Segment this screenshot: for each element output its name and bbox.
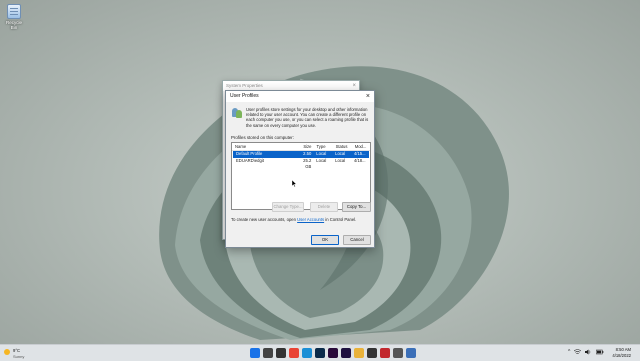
column-header-type[interactable]: Type — [314, 143, 335, 150]
dialog-title: User Profiles — [230, 93, 259, 99]
profile-modified: 4/18... — [353, 157, 366, 163]
delete-button[interactable]: Delete — [310, 202, 338, 212]
photoshop-icon[interactable] — [315, 348, 325, 358]
copy-to-button[interactable]: Copy To... — [342, 202, 371, 212]
clock-time: 8:50 AM — [615, 347, 631, 352]
battery-icon[interactable] — [596, 349, 604, 355]
chrome-icon[interactable] — [289, 348, 299, 358]
profiles-list[interactable]: Name Size Type Status Mod... Default Pro… — [231, 142, 371, 210]
taskbar-apps — [250, 348, 416, 358]
app-icon[interactable] — [380, 348, 390, 358]
profile-type: Local — [316, 157, 327, 163]
profile-size: 25.2 GB — [303, 157, 312, 170]
profile-name: EDUARD\edgit — [236, 157, 264, 163]
system-tray: ^ — [568, 349, 604, 355]
settings-icon[interactable] — [393, 348, 403, 358]
task-view-icon[interactable] — [276, 348, 286, 358]
after-effects-icon[interactable] — [341, 348, 351, 358]
premiere-icon[interactable] — [328, 348, 338, 358]
clock[interactable]: 8:50 AM 4/18/2022 — [612, 347, 631, 358]
intro-text: User profiles store settings for your de… — [246, 107, 369, 128]
mouse-cursor-icon — [291, 179, 297, 189]
column-header-size[interactable]: Size — [296, 143, 314, 150]
clock-date: 4/18/2022 — [612, 352, 631, 358]
recycle-bin-icon — [7, 4, 21, 19]
taskbar: 9°C Sunny ^ 8:50 AM 4/18/2022 — [0, 344, 640, 361]
edge-icon[interactable] — [302, 348, 312, 358]
user-accounts-hint-suffix: in Control Panel. — [325, 217, 357, 222]
close-icon[interactable]: × — [366, 91, 370, 102]
volume-icon[interactable] — [585, 349, 592, 355]
weather-widget[interactable]: 9°C Sunny — [4, 347, 44, 359]
change-type-button[interactable]: Change Type... — [272, 202, 304, 212]
start-icon[interactable] — [250, 348, 260, 358]
column-header-modified[interactable]: Mod... — [355, 143, 370, 150]
profile-status: Local — [335, 157, 346, 163]
weather-temperature: 9°C — [13, 348, 21, 353]
system-properties-title: System Properties — [226, 83, 263, 88]
user-accounts-link[interactable]: User Accounts — [297, 217, 324, 222]
recycle-bin-label: Recycle Bin — [5, 20, 22, 30]
ok-button[interactable]: OK — [311, 235, 339, 245]
sun-icon — [4, 349, 10, 355]
dialog-titlebar[interactable]: User Profiles × — [226, 91, 374, 102]
profiles-list-header: Name Size Type Status Mod... — [232, 143, 370, 151]
profile-row[interactable]: EDUARD\edgit 25.2 GB Local Local 4/18... — [233, 157, 369, 170]
explorer-icon[interactable] — [354, 348, 364, 358]
search-icon[interactable] — [263, 348, 273, 358]
network-icon[interactable] — [574, 349, 582, 355]
column-header-name[interactable]: Name — [232, 143, 296, 150]
user-accounts-hint: To create new user accounts, open User A… — [231, 217, 356, 222]
show-hidden-icons-chevron-icon[interactable]: ^ — [568, 349, 570, 355]
camera-icon[interactable] — [367, 348, 377, 358]
profiles-label: Profiles stored on this computer: — [231, 135, 294, 140]
control-panel-icon[interactable] — [406, 348, 416, 358]
user-profiles-dialog: User Profiles × User profiles store sett… — [225, 90, 375, 248]
recycle-bin-shortcut[interactable]: Recycle Bin — [3, 4, 25, 30]
column-header-status[interactable]: Status — [336, 143, 355, 150]
cancel-button[interactable]: Cancel — [343, 235, 371, 245]
user-profiles-icon — [232, 107, 243, 118]
weather-description: Sunny — [13, 354, 25, 359]
user-accounts-hint-prefix: To create new user accounts, open — [231, 217, 296, 222]
